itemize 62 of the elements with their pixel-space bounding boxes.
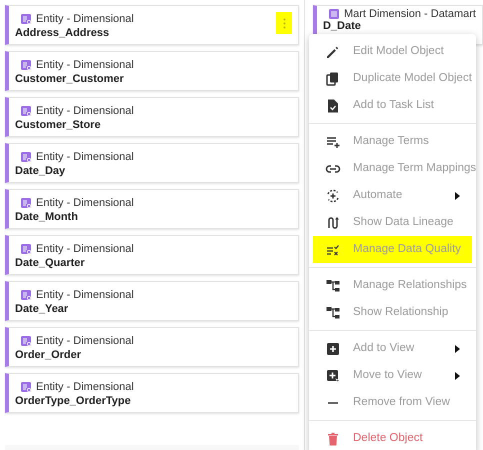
entity-card[interactable]: Entity - Dimensional Customer_Store — [5, 97, 300, 137]
cycle-icon — [325, 188, 341, 204]
entity-card[interactable]: Entity - Dimensional Date_Day — [5, 143, 300, 183]
document-check-icon — [325, 98, 341, 114]
card-title: D_Date — [322, 20, 362, 32]
card-type: Entity - Dimensional — [36, 242, 134, 256]
entity-icon — [21, 14, 31, 24]
copy-icon — [325, 70, 341, 86]
trash-icon — [325, 430, 341, 446]
menu-item[interactable]: Add to Task List — [313, 92, 472, 119]
card-title: Customer_Store — [15, 118, 102, 132]
entity-card[interactable]: Entity - Dimensional Customer_Customer — [5, 51, 300, 91]
menu-item[interactable]: Manage Data Quality — [313, 236, 472, 263]
entity-card[interactable]: Entity - Dimensional Date_Quarter — [5, 235, 300, 275]
menu-item[interactable]: Automate — [313, 182, 472, 209]
more-button[interactable] — [276, 12, 292, 34]
card-type: Entity - Dimensional — [36, 150, 134, 164]
menu-item[interactable]: Duplicate Model Object — [313, 65, 472, 92]
menu-item[interactable]: Move to View — [313, 362, 472, 389]
menu-item[interactable]: Delete Object — [313, 425, 472, 450]
card-type: Entity - Dimensional — [36, 58, 134, 72]
hierarchy-icon — [325, 278, 341, 294]
menu-item[interactable]: Show Data Lineage — [313, 209, 472, 236]
entity-icon — [21, 60, 31, 70]
card-title: Customer_Customer — [15, 72, 125, 86]
entity-icon — [21, 290, 31, 300]
entity-card[interactable]: Entity - Dimensional Date_Month — [5, 189, 300, 229]
more-icon — [282, 18, 286, 28]
menu-item[interactable]: Remove from View — [313, 389, 472, 416]
card-title: Date_Month — [15, 210, 79, 224]
card-type: Entity - Dimensional — [36, 380, 134, 394]
card-type: Entity - Dimensional — [36, 196, 134, 210]
card-type: Entity - Dimensional — [36, 288, 134, 302]
entity-icon — [21, 152, 31, 162]
card-title: OrderType_OrderType — [15, 394, 132, 408]
entity-icon — [21, 106, 31, 116]
menu-item[interactable]: Manage Terms — [313, 128, 472, 155]
card-title: Date_Year — [15, 302, 70, 316]
add-box-icon — [325, 340, 341, 356]
menu-item[interactable]: Manage Relationships — [313, 272, 472, 299]
menu-item[interactable]: Add to View — [313, 335, 472, 362]
entity-card[interactable]: Entity - Dimensional Order_Order — [5, 327, 300, 367]
entity-card[interactable]: Entity - Dimensional Date_Year — [5, 281, 300, 321]
entity-card[interactable]: Entity - Dimensional OrderType_OrderType — [5, 373, 300, 413]
entity-icon — [21, 244, 31, 254]
table-icon — [328, 9, 339, 19]
card-type: Entity - Dimensional — [36, 104, 134, 118]
entity-card[interactable]: Entity - Dimensional Address_Address — [5, 5, 300, 45]
entity-icon — [21, 382, 31, 392]
entity-icon — [21, 198, 31, 208]
card-type: Mart Dimension - Datamart — [344, 8, 476, 20]
entity-icon — [21, 336, 31, 346]
menu-item[interactable]: Show Relationship — [313, 299, 472, 326]
hierarchy-icon — [325, 304, 341, 320]
card-title: Order_Order — [15, 348, 82, 362]
add-box-icon — [325, 368, 341, 384]
card-type: Entity - Dimensional — [36, 12, 134, 26]
card-type: Entity - Dimensional — [36, 334, 134, 348]
card-title: Date_Day — [15, 164, 66, 178]
card-title: Address_Address — [15, 26, 110, 40]
card-title: Date_Quarter — [15, 256, 86, 270]
minus-icon — [328, 402, 338, 404]
